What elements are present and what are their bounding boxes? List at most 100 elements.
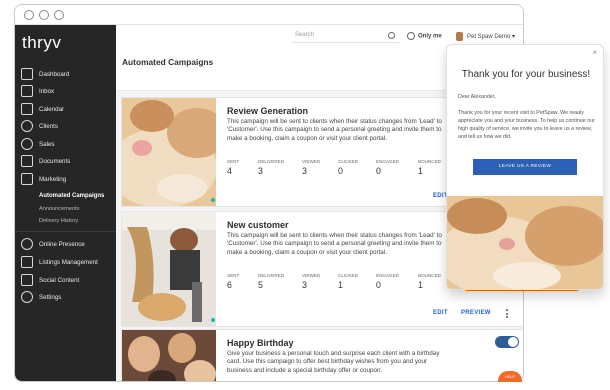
window-control-dot[interactable] [39, 10, 49, 20]
stat-label: BOUNCED [418, 273, 441, 278]
sidebar: thryv Dashboard Inbox Calendar Clients S… [15, 25, 116, 381]
campaign-image [122, 330, 216, 381]
campaign-description: This campaign will be sent to clients wh… [227, 118, 442, 142]
stat-label: ENGAGED [376, 273, 399, 278]
gear-icon [21, 291, 33, 303]
stat-label: VIEWED [302, 273, 321, 278]
preview-button[interactable]: PREVIEW [461, 310, 491, 316]
globe-icon [21, 238, 33, 250]
sidebar-item-settings[interactable]: Settings [15, 289, 116, 306]
sidebar-item-online-presence[interactable]: Online Presence [15, 236, 116, 253]
stat-value: 3 [302, 166, 307, 176]
sidebar-item-label: Inbox [39, 88, 55, 95]
social-icon [21, 274, 33, 286]
window-titlebar [15, 5, 523, 25]
stat-value: 3 [302, 280, 307, 290]
popup-pet-image [447, 196, 603, 289]
thryv-logo[interactable]: thryv [22, 33, 61, 53]
status-dot [211, 198, 215, 202]
stat-value: 0 [376, 166, 381, 176]
status-dot [211, 318, 215, 322]
search-placeholder: Search [295, 32, 315, 38]
stat-value: 0 [338, 166, 343, 176]
sidebar-item-label: Online Presence [39, 241, 85, 248]
window-control-dot[interactable] [54, 10, 64, 20]
email-preview-popup: × Thank you for your business! Dear Alex… [446, 44, 604, 290]
avatar [456, 32, 463, 41]
popup-greeting: Dear Alexander, [458, 94, 496, 100]
stat-label: DELIVERED [258, 159, 285, 164]
sidebar-item-label: Sales [39, 141, 55, 148]
popup-title: Thank you for your business! [461, 69, 591, 80]
campaign-description: This campaign will be sent to clients wh… [227, 232, 442, 256]
sidebar-item-social-content[interactable]: Social Content [15, 272, 116, 289]
sidebar-item-inbox[interactable]: Inbox [15, 83, 116, 100]
megaphone-icon [21, 173, 33, 185]
stat-label: BOUNCED [418, 159, 441, 164]
stat-value: 3 [258, 166, 263, 176]
account-name: Pet Spaw Demo ▾ [467, 34, 516, 41]
sidebar-item-label: Clients [39, 123, 58, 130]
campaign-description: Give your business a personal touch and … [227, 350, 440, 374]
edit-button[interactable]: EDIT [433, 310, 448, 316]
sidebar-item-label: Calendar [39, 106, 65, 113]
subnav-automated-campaigns[interactable]: Automated Campaigns [39, 193, 104, 199]
campaign-image [122, 98, 216, 206]
sidebar-item-label: Settings [39, 294, 62, 301]
toggle-knob [508, 337, 518, 347]
sidebar-divider [15, 231, 116, 232]
stat-value: 5 [258, 280, 263, 290]
sidebar-item-label: Listings Management [39, 259, 98, 266]
sidebar-item-listings-management[interactable]: Listings Management [15, 254, 116, 271]
sidebar-item-label: Marketing [39, 176, 67, 183]
subnav-announcements[interactable]: Announcements [39, 206, 79, 212]
sidebar-item-sales[interactable]: Sales [15, 136, 116, 153]
sidebar-item-label: Documents [39, 158, 71, 165]
page-title: Automated Campaigns [122, 57, 214, 67]
stat-value: 6 [227, 280, 232, 290]
subnav-delivery-history[interactable]: Delivery History [39, 218, 78, 224]
more-options-icon[interactable] [506, 309, 509, 318]
stat-value: 4 [227, 166, 232, 176]
stat-label: ENGAGED [376, 159, 399, 164]
documents-icon [21, 155, 33, 167]
sidebar-item-clients[interactable]: Clients [15, 118, 116, 135]
stat-label: CLICKED [338, 273, 358, 278]
sidebar-item-marketing[interactable]: Marketing [15, 171, 116, 188]
stat-value: 0 [376, 280, 381, 290]
stat-label: DELIVERED [258, 273, 285, 278]
stat-label: SENT [227, 159, 240, 164]
campaign-card-happy-birthday: Happy Birthday Give your business a pers… [121, 329, 523, 381]
account-menu[interactable]: Pet Spaw Demo ▾ [456, 32, 515, 41]
campaign-title: Review Generation [227, 106, 309, 116]
search-icon[interactable] [388, 32, 395, 39]
stat-label: CLICKED [338, 159, 358, 164]
popup-body: Thank you for your recent visit to PetSp… [458, 110, 595, 140]
leave-review-button[interactable]: LEAVE US A REVIEW [473, 159, 577, 175]
window-control-dot[interactable] [24, 10, 34, 20]
stat-label: SENT [227, 273, 240, 278]
sidebar-item-label: Dashboard [39, 71, 70, 78]
stat-value: 1 [418, 166, 423, 176]
sidebar-item-label: Social Content [39, 277, 80, 284]
campaign-title: New customer [227, 220, 289, 230]
campaign-title: Happy Birthday [227, 338, 294, 348]
sidebar-item-documents[interactable]: Documents [15, 153, 116, 170]
globe-icon [407, 32, 415, 40]
calendar-icon [21, 103, 33, 115]
close-icon[interactable]: × [592, 48, 597, 57]
campaign-image [122, 212, 216, 326]
sales-icon [21, 138, 33, 150]
stat-value: 1 [418, 280, 423, 290]
visibility-label: Only me [418, 33, 442, 40]
sidebar-item-dashboard[interactable]: Dashboard [15, 66, 116, 83]
user-icon [21, 120, 33, 132]
sidebar-item-calendar[interactable]: Calendar [15, 101, 116, 118]
visibility-selector[interactable]: Only me [407, 32, 442, 40]
search-input[interactable]: Search [291, 30, 399, 43]
campaign-toggle[interactable] [495, 336, 519, 348]
listings-icon [21, 256, 33, 268]
dashboard-icon [21, 68, 33, 80]
stat-value: 1 [338, 280, 343, 290]
help-tab[interactable]: HELP [498, 371, 522, 382]
